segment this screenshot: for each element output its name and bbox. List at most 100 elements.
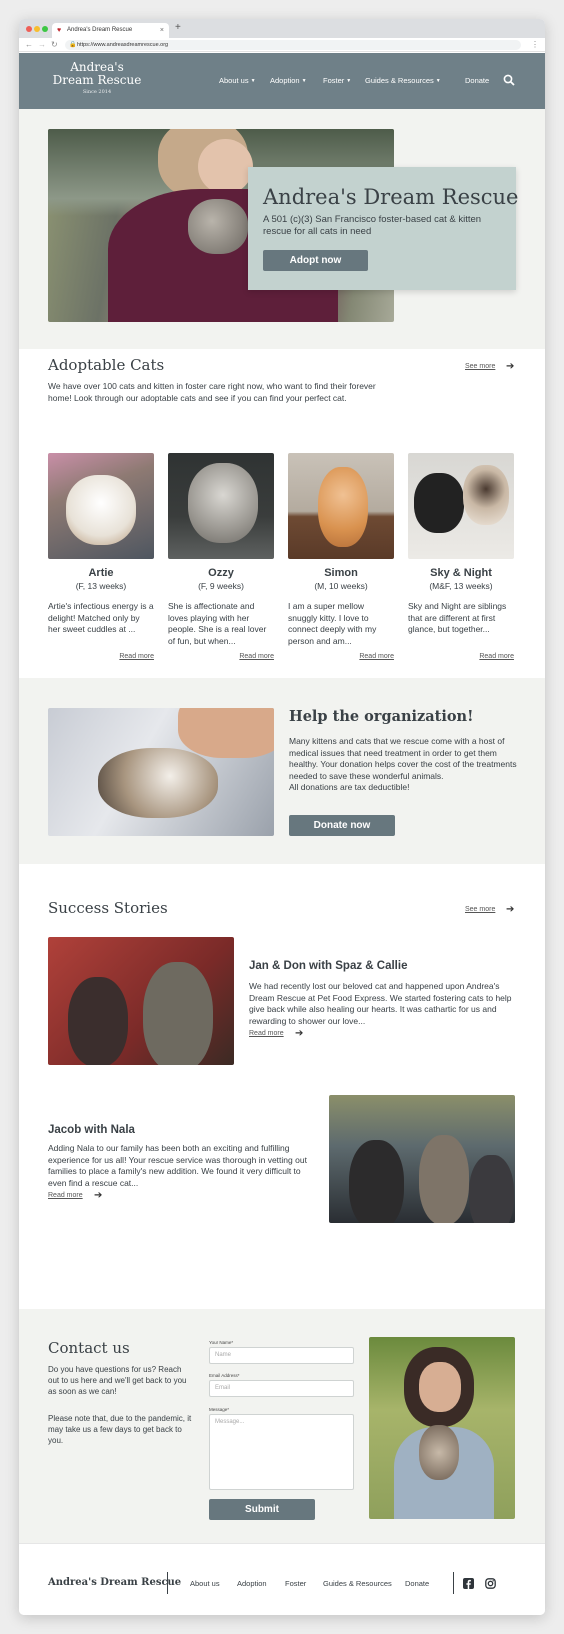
name-input[interactable]: Name	[209, 1347, 354, 1364]
new-tab-button[interactable]: +	[175, 22, 181, 33]
story-read-more-link[interactable]: Read more ➔	[48, 1190, 102, 1201]
cat-photo-artie	[48, 453, 154, 559]
read-more-link[interactable]: Read more	[48, 653, 154, 660]
help-photo-kitten-vet	[48, 708, 274, 836]
contact-photo-woman-with-kitten	[369, 1337, 515, 1519]
footer-link-donate[interactable]: Donate	[405, 1579, 429, 1588]
footer-link-foster[interactable]: Foster	[285, 1579, 306, 1588]
close-window-icon[interactable]	[26, 26, 32, 32]
address-bar-row: ← → ↻ 🔒 https://www.andreasdreamrescue.o…	[19, 38, 545, 52]
story-photo-jacob-nala	[329, 1095, 515, 1223]
cat-card[interactable]: Artie (F, 13 weeks) Artie's infectious e…	[48, 453, 154, 660]
name-label: Your Name*	[209, 1340, 234, 1345]
cat-age: (F, 13 weeks)	[75, 581, 127, 591]
read-more-label: Read more	[48, 1192, 83, 1199]
tab-title: Andrea's Dream Rescue	[67, 27, 133, 33]
arrow-right-icon: ➔	[94, 1190, 103, 1201]
caret-down-icon: ▼	[346, 78, 352, 84]
nav-label: Adoption	[270, 76, 300, 85]
footer-link-about-us[interactable]: About us	[190, 1579, 220, 1588]
caret-down-icon: ▼	[301, 78, 307, 84]
contact-text-1: Do you have questions for us? Reach out …	[48, 1365, 187, 1396]
cat-name: Sky & Night	[430, 567, 492, 579]
cat-age: (M&F, 13 weeks)	[429, 581, 493, 591]
footer-divider	[167, 1572, 168, 1594]
cat-name: Simon	[324, 567, 358, 579]
caret-down-icon: ▼	[250, 78, 256, 84]
forward-arrow-icon[interactable]: →	[38, 40, 46, 50]
arrow-right-icon: ➔	[506, 361, 515, 372]
site-header: Andrea's Dream Rescue Since 2014 About u…	[19, 53, 545, 109]
see-more-label: See more	[465, 363, 496, 370]
nav-donate[interactable]: Donate	[465, 76, 489, 85]
url-text: https://www.andreasdreamrescue.org	[77, 42, 169, 48]
arrow-right-icon: ➔	[506, 904, 515, 915]
nav-guides-resources[interactable]: Guides & Resources ▼	[365, 76, 441, 85]
story-photo-jan-don	[48, 937, 234, 1065]
hero-card: Andrea's Dream Rescue A 501 (c)(3) San F…	[248, 167, 519, 290]
instagram-icon[interactable]	[485, 1578, 496, 1589]
read-more-link[interactable]: Read more	[168, 653, 274, 660]
see-more-label: See more	[465, 906, 496, 913]
cat-photo-sky-night	[408, 453, 514, 559]
email-label: Email Address*	[209, 1373, 240, 1378]
success-stories-title: Success Stories	[48, 899, 168, 917]
footer-divider	[453, 1572, 454, 1594]
cat-description: She is affectionate and loves playing wi…	[168, 601, 267, 646]
footer-link-guides-resources[interactable]: Guides & Resources	[323, 1579, 392, 1588]
browser-window: ♥ Andrea's Dream Rescue × + ← → ↻ 🔒 http…	[19, 19, 545, 1615]
cat-card[interactable]: Ozzy (F, 9 weeks) She is affectionate an…	[168, 453, 274, 660]
browser-menu-icon[interactable]: ⋮	[531, 40, 539, 50]
cat-photo-ozzy	[168, 453, 274, 559]
footer-brand[interactable]: Andrea's Dream Rescue	[48, 1577, 181, 1588]
hero-section: Andrea's Dream Rescue A 501 (c)(3) San F…	[19, 109, 545, 349]
story-read-more-link[interactable]: Read more ➔	[249, 1028, 303, 1039]
cat-name: Ozzy	[208, 567, 234, 579]
back-arrow-icon[interactable]: ←	[25, 40, 33, 50]
contact-section: Contact us Do you have questions for us?…	[19, 1309, 545, 1543]
reload-icon[interactable]: ↻	[51, 40, 58, 50]
donate-now-button[interactable]: Donate now	[289, 815, 395, 836]
adoptable-intro: We have over 100 cats and kitten in fost…	[48, 381, 376, 403]
cat-description: Sky and Night are siblings that are diff…	[408, 601, 507, 634]
url-input[interactable]: 🔒 https://www.andreasdreamrescue.org	[65, 40, 521, 50]
adopt-now-button[interactable]: Adopt now	[263, 250, 368, 271]
nav-foster[interactable]: Foster ▼	[323, 76, 351, 85]
lock-icon: 🔒	[69, 42, 77, 48]
nav-about-us[interactable]: About us ▼	[219, 76, 256, 85]
logo-line2: Dream Rescue	[52, 73, 142, 87]
read-more-link[interactable]: Read more	[408, 653, 514, 660]
cat-card[interactable]: Simon (M, 10 weeks) I am a super mellow …	[288, 453, 394, 660]
caret-down-icon: ▼	[435, 78, 441, 84]
contact-text-2: Please note that, due to the pandemic, i…	[48, 1414, 192, 1445]
cat-photo-simon	[288, 453, 394, 559]
stories-see-more-link[interactable]: See more ➔	[465, 904, 514, 915]
story-text: Adding Nala to our family has been both …	[48, 1143, 307, 1188]
adoptable-see-more-link[interactable]: See more ➔	[465, 361, 514, 372]
cat-age: (M, 10 weeks)	[314, 581, 368, 591]
contact-title: Contact us	[48, 1339, 130, 1357]
hero-subtitle: A 501 (c)(3) San Francisco foster-based …	[263, 214, 482, 237]
story-title: Jan & Don with Spaz & Callie	[249, 960, 408, 972]
submit-button[interactable]: Submit	[209, 1499, 315, 1520]
nav-label: Foster	[323, 76, 345, 85]
cat-card[interactable]: Sky & Night (M&F, 13 weeks) Sky and Nigh…	[408, 453, 514, 660]
footer-link-adoption[interactable]: Adoption	[237, 1579, 267, 1588]
story-text: We had recently lost our beloved cat and…	[249, 981, 512, 1026]
read-more-label: Read more	[249, 1030, 284, 1037]
close-tab-icon[interactable]: ×	[160, 23, 164, 38]
nav-adoption[interactable]: Adoption ▼	[270, 76, 307, 85]
message-textarea[interactable]: Message...	[209, 1414, 354, 1490]
minimize-window-icon[interactable]	[34, 26, 40, 32]
maximize-window-icon[interactable]	[42, 26, 48, 32]
hero-title: Andrea's Dream Rescue	[263, 185, 519, 209]
search-icon[interactable]	[503, 74, 515, 86]
heart-favicon-icon: ♥	[57, 27, 62, 34]
email-input[interactable]: Email	[209, 1380, 354, 1397]
browser-tab[interactable]: ♥ Andrea's Dream Rescue ×	[52, 23, 169, 38]
site-logo[interactable]: Andrea's Dream Rescue Since 2014	[47, 61, 147, 96]
cat-name: Artie	[88, 567, 114, 579]
cat-age: (F, 9 weeks)	[198, 581, 244, 591]
facebook-icon[interactable]	[463, 1578, 474, 1589]
read-more-link[interactable]: Read more	[288, 653, 394, 660]
